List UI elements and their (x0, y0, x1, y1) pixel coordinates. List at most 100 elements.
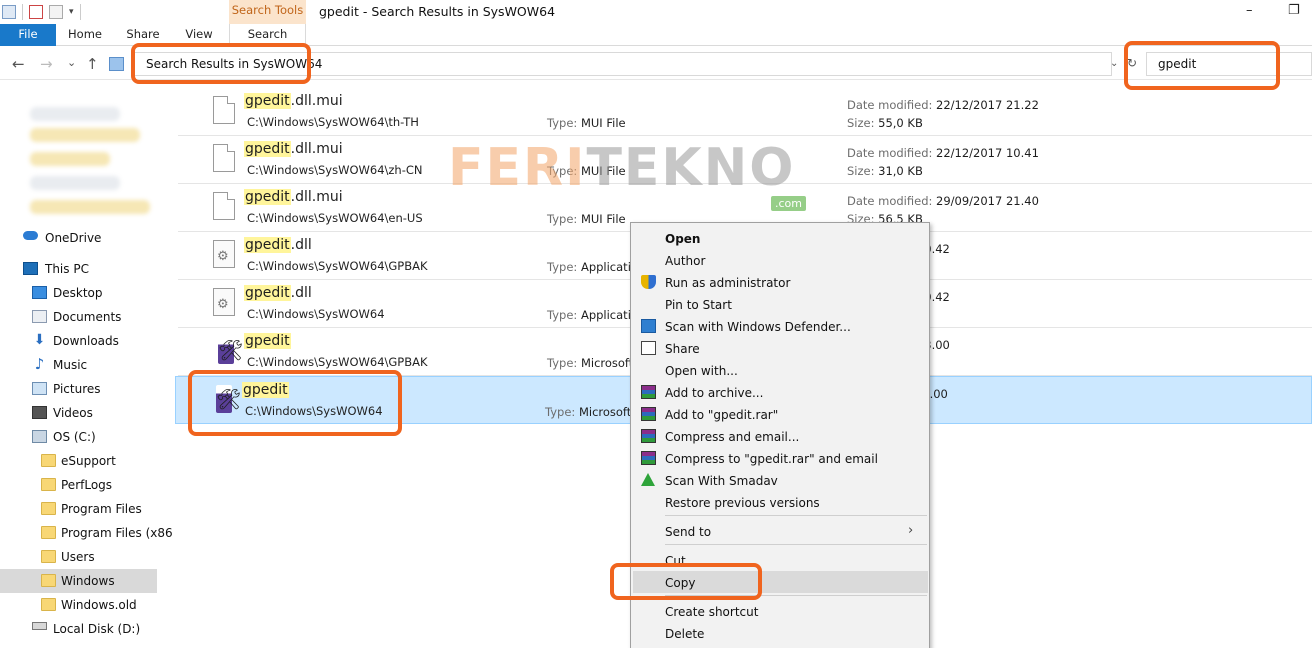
sidebar-item[interactable]: OS (C:) (0, 425, 157, 449)
sidebar-item[interactable]: Documents (0, 305, 157, 329)
sidebar-item-label: This PC (45, 262, 89, 276)
search-tools-context-label: Search Tools (229, 0, 306, 24)
winrar-icon (641, 451, 656, 465)
menu-item-share[interactable]: Share (631, 337, 929, 359)
pictures-icon (32, 382, 47, 395)
blurred-nav-item (30, 152, 110, 166)
sidebar-item[interactable]: OneDrive (0, 226, 157, 250)
file-type: Type: Applicatio (547, 260, 638, 274)
file-path: C:\Windows\SysWOW64\en-US (247, 211, 423, 225)
table-row[interactable]: gpedit.dll.mui C:\Windows\SysWOW64\th-TH T… (178, 88, 1312, 136)
file-name[interactable]: gpedit.dll (244, 285, 312, 301)
file-name-rest: .dll (290, 285, 312, 301)
menu-item-scan-defender[interactable]: Scan with Windows Defender... (631, 315, 929, 337)
search-match: gpedit (244, 189, 291, 205)
dll-file-icon (213, 240, 235, 268)
folder-icon (41, 526, 56, 539)
sidebar-item[interactable]: Program Files (x86 (0, 521, 173, 545)
menu-item-delete[interactable]: Delete (631, 622, 929, 644)
folder-icon[interactable] (2, 5, 16, 19)
restore-button[interactable]: ❐ (1288, 3, 1300, 18)
file-date: Date modified: 29/09/2017 21.40 (847, 194, 1039, 208)
sidebar-item[interactable]: Users (0, 545, 157, 569)
file-type: Type: MUI File (547, 212, 626, 226)
downloads-icon: ⬇ (33, 332, 46, 348)
customize-dropdown-icon[interactable]: ▾ (69, 7, 74, 17)
toolbar-divider (22, 4, 23, 20)
sidebar-item-label: Music (53, 358, 88, 372)
menu-separator (665, 515, 927, 516)
quick-access-toolbar: ▾ (2, 4, 81, 20)
mui-file-icon (213, 144, 235, 172)
tab-home[interactable]: Home (60, 24, 110, 46)
blurred-nav-item (30, 128, 140, 142)
file-size: Size: 31,0 KB (847, 164, 923, 178)
address-dropdown-icon[interactable]: ⌄ (1110, 58, 1118, 69)
sidebar-item[interactable]: Desktop (0, 281, 157, 305)
dll-file-icon (213, 288, 235, 316)
file-name[interactable]: gpedit.dll.mui (244, 189, 343, 205)
sidebar-item[interactable]: Program Files (0, 497, 157, 521)
sidebar-item[interactable]: This PC (0, 257, 157, 281)
file-name-rest: .dll.mui (290, 93, 343, 109)
menu-item-create-shortcut[interactable]: Create shortcut (631, 600, 929, 622)
sidebar-item-label: Videos (53, 406, 93, 420)
menu-item-add-to-archive[interactable]: Add to archive... (631, 381, 929, 403)
sidebar-item[interactable]: ⬇ Downloads (0, 329, 157, 353)
menu-item-scan-smadav[interactable]: Scan With Smadav (631, 469, 929, 491)
search-match: gpedit (244, 333, 291, 349)
file-name[interactable]: gpedit (244, 333, 291, 349)
file-name[interactable]: gpedit.dll.mui (244, 141, 343, 157)
folder-icon (41, 454, 56, 467)
msc-file-icon (218, 336, 243, 364)
menu-item-compress-rar-email[interactable]: Compress to "gpedit.rar" and email (631, 447, 929, 469)
menu-item-run-as-admin[interactable]: Run as administrator (631, 271, 929, 293)
sidebar-item[interactable]: Videos (0, 401, 157, 425)
mui-file-icon (213, 96, 235, 124)
tab-file[interactable]: File (0, 24, 56, 46)
menu-item-pin-to-start[interactable]: Pin to Start (631, 293, 929, 315)
file-name[interactable]: gpedit.dll (244, 237, 312, 253)
minimize-button[interactable]: – (1246, 3, 1253, 18)
menu-item-send-to[interactable]: Send to › (631, 520, 929, 542)
winrar-icon (641, 429, 656, 443)
new-folder-icon[interactable] (49, 5, 63, 19)
menu-item-add-to-rar[interactable]: Add to "gpedit.rar" (631, 403, 929, 425)
menu-item-restore-versions[interactable]: Restore previous versions (631, 491, 929, 513)
sidebar-item-label: OneDrive (45, 231, 102, 245)
file-path: C:\Windows\SysWOW64\GPBAK (247, 355, 428, 369)
up-button[interactable]: ↑ (86, 55, 99, 73)
sidebar-item[interactable]: Windows.old (0, 593, 157, 617)
properties-icon[interactable] (29, 5, 43, 19)
sidebar-item[interactable]: PerfLogs (0, 473, 157, 497)
search-match: gpedit (244, 237, 291, 253)
submenu-arrow-icon: › (908, 523, 914, 538)
menu-item-author[interactable]: Author (631, 249, 929, 271)
sidebar-item-label: Windows (61, 574, 115, 588)
file-type: Type: Applicatio (547, 308, 638, 322)
back-button[interactable]: ← (12, 55, 25, 73)
forward-button[interactable]: → (40, 55, 53, 73)
sidebar-item-label: Program Files (x86 (61, 526, 173, 540)
drive-icon (32, 430, 47, 443)
sidebar-item[interactable]: ♪ Music (0, 353, 157, 377)
file-type: Type: Microsoft (545, 405, 632, 419)
sidebar-item[interactable]: Local Disk (D:) (0, 617, 157, 641)
search-match: gpedit (244, 285, 291, 301)
sidebar-item[interactable]: Pictures (0, 377, 157, 401)
menu-item-compress-email[interactable]: Compress and email... (631, 425, 929, 447)
menu-item-open[interactable]: Open (631, 227, 929, 249)
menu-item-open-with[interactable]: Open with... (631, 359, 929, 381)
sidebar-item-label: PerfLogs (61, 478, 113, 492)
sidebar-item-label: Downloads (53, 334, 119, 348)
sidebar-item[interactable]: Windows (0, 569, 157, 593)
recent-locations-button[interactable]: ⌄ (67, 56, 76, 69)
file-name[interactable]: gpedit.dll.mui (244, 93, 343, 109)
watermark-domain: .com (771, 196, 806, 211)
blurred-nav-item (30, 200, 150, 214)
music-icon: ♪ (34, 355, 45, 373)
folder-icon (41, 478, 56, 491)
file-name-rest: .dll (290, 237, 312, 253)
sidebar-item[interactable]: eSupport (0, 449, 157, 473)
sidebar-item-label: Local Disk (D:) (53, 622, 141, 636)
